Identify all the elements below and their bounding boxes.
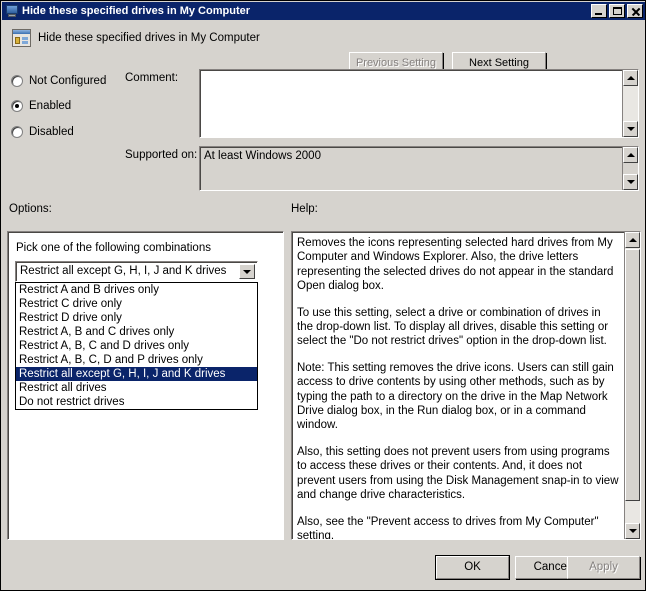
combobox-option[interactable]: Restrict all except G, H, I, J and K dri… [16,367,257,381]
help-paragraph: To use this setting, select a drive or c… [297,306,609,348]
options-panel: Pick one of the following combinations R… [7,231,284,540]
combobox-option[interactable]: Restrict D drive only [16,311,257,325]
help-paragraph: Also, see the "Prevent access to drives … [297,515,599,540]
combobox-option[interactable]: Restrict A, B, C, D and P drives only [16,353,257,367]
combobox-option[interactable]: Restrict A, B, C and D drives only [16,339,257,353]
radio-mark-not-configured [11,75,23,87]
help-scrollbar[interactable] [624,232,640,539]
combobox-option[interactable]: Restrict A, B and C drives only [16,325,257,339]
radio-label-enabled: Enabled [29,100,72,112]
radio-disabled[interactable]: Disabled [11,124,74,140]
combobox-option[interactable]: Restrict all drives [16,381,257,395]
help-paragraph: Note: This setting removes the drive ico… [297,361,614,432]
computer-monitor-icon [5,4,19,18]
window-controls [591,4,643,18]
help-section-label: Help: [291,203,318,215]
radio-label-disabled: Disabled [29,126,74,138]
radio-mark-disabled [11,126,23,138]
comment-label: Comment: [125,72,179,84]
comment-input[interactable] [199,69,639,138]
help-scrollbar-thumb[interactable] [625,249,640,501]
close-icon[interactable] [627,4,643,18]
help-panel: Removes the icons representing selected … [291,231,641,540]
supported-on-scrollbar[interactable] [622,147,638,190]
window-title: Hide these specified drives in My Comput… [22,5,251,17]
minimize-icon[interactable] [591,4,607,18]
help-text: Removes the icons representing selected … [297,236,619,540]
radio-not-configured[interactable]: Not Configured [11,73,106,89]
group-policy-setting-dialog: Hide these specified drives in My Comput… [0,0,646,591]
scroll-down-icon[interactable] [625,523,640,539]
scroll-up-icon[interactable] [623,147,638,163]
chevron-down-icon[interactable] [239,264,255,279]
combobox-option[interactable]: Restrict C drive only [16,297,257,311]
policy-setting-icon [12,29,31,47]
radio-enabled[interactable]: Enabled [11,98,71,114]
comment-scrollbar[interactable] [622,70,638,137]
maximize-icon[interactable] [609,4,625,18]
combo-caption: Pick one of the following combinations [16,242,211,254]
combobox-option[interactable]: Restrict A and B drives only [16,283,257,297]
supported-on-value: At least Windows 2000 [204,150,321,162]
radio-mark-enabled [11,100,23,112]
scroll-up-icon[interactable] [623,70,638,86]
help-paragraph: Also, this setting does not prevent user… [297,445,619,502]
scroll-down-icon[interactable] [623,121,638,137]
title-bar: Hide these specified drives in My Comput… [2,2,645,20]
options-section-label: Options: [9,203,52,215]
supported-on-label: Supported on: [125,149,198,161]
scroll-up-icon[interactable] [625,232,640,248]
combobox-dropdown-list[interactable]: Restrict A and B drives only Restrict C d… [15,282,258,410]
combobox-selected-value: Restrict all except G, H, I, J and K dri… [20,265,227,277]
supported-on-field: At least Windows 2000 [199,146,639,191]
setting-title: Hide these specified drives in My Comput… [38,32,260,44]
setting-header: Hide these specified drives in My Comput… [2,20,645,74]
help-paragraph: Removes the icons representing selected … [297,237,614,293]
scroll-down-icon[interactable] [623,174,638,190]
radio-label-not-configured: Not Configured [29,75,107,87]
drive-restriction-combobox[interactable]: Restrict all except G, H, I, J and K dri… [15,261,258,282]
ok-button[interactable]: OK [435,555,510,580]
apply-button[interactable]: Apply [567,556,640,579]
combobox-option[interactable]: Do not restrict drives [16,395,257,409]
